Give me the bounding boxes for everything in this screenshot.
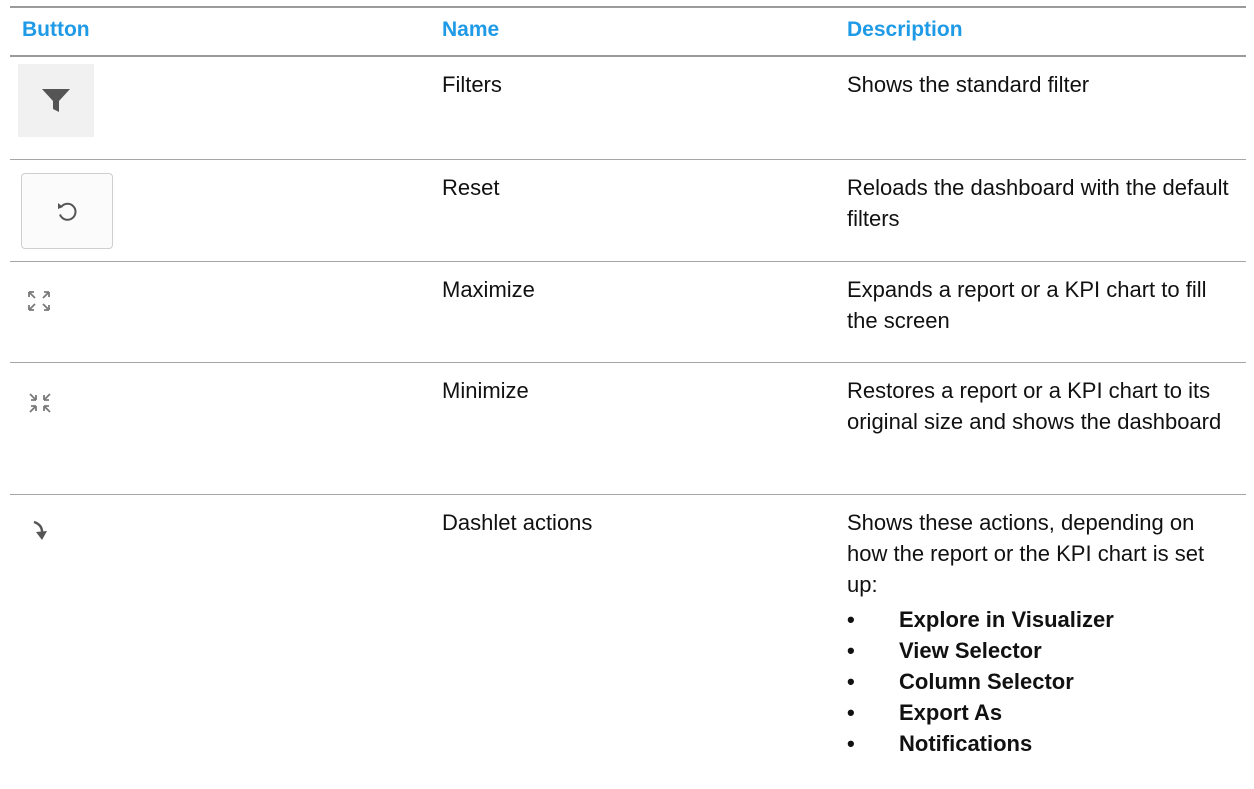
row-description: Restores a report or a KPI chart to its … [847,378,1222,434]
row-name: Reset [442,175,500,200]
table-row-filters: Filters Shows the standard filter [10,57,1246,160]
header-button: Button [22,18,90,41]
table-row-reset: Reset Reloads the dashboard with the def… [10,160,1246,262]
maximize-button[interactable] [26,288,52,314]
filter-button[interactable] [18,64,94,137]
row-name: Dashlet actions [442,510,593,535]
reset-button[interactable] [21,173,113,249]
button-reference-table: Button Name Description Filters Shows th… [10,6,1246,759]
table-header-row: Button Name Description [10,6,1246,57]
reset-icon [55,199,79,223]
action-item-notifications: Notifications [847,728,1236,759]
row-name: Minimize [442,378,529,403]
button-cell [10,57,430,159]
minimize-button[interactable] [27,390,53,416]
maximize-icon [27,290,51,312]
header-description: Description [847,18,963,41]
button-cell [10,495,430,759]
row-name: Maximize [442,277,535,302]
filter-icon [41,87,71,115]
minimize-icon [28,392,52,414]
header-name: Name [442,18,500,41]
action-item-view-selector: View Selector [847,635,1236,666]
row-description: Expands a report or a KPI chart to fill … [847,277,1207,333]
table-row-minimize: Minimize Restores a report or a KPI char… [10,363,1246,495]
row-description: Reloads the dashboard with the default f… [847,175,1229,231]
button-cell [10,160,430,261]
dashlet-actions-icon [30,519,50,543]
table-row-dashlet-actions: Dashlet actions Shows these actions, dep… [10,495,1246,759]
row-description: Shows the standard filter [847,72,1090,97]
dashlet-actions-button[interactable] [30,519,50,543]
row-description: Shows these actions, depending on how th… [835,495,1246,759]
row-name: Filters [442,72,502,97]
action-item-column-selector: Column Selector [847,666,1236,697]
table-row-maximize: Maximize Expands a report or a KPI chart… [10,262,1246,363]
action-item-export-as: Export As [847,697,1236,728]
button-cell [10,262,430,362]
dashlet-actions-list: Explore in Visualizer View Selector Colu… [847,604,1236,759]
button-cell [10,363,430,494]
dashlet-actions-intro: Shows these actions, depending on how th… [847,510,1205,597]
action-item-explore-in-visualizer: Explore in Visualizer [847,604,1236,635]
